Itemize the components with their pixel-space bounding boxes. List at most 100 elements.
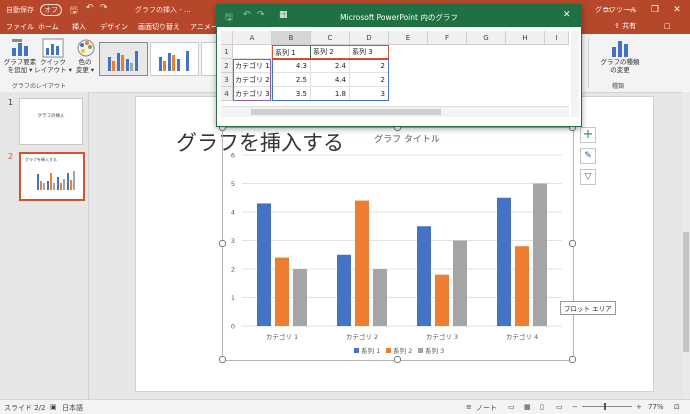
redo-icon[interactable]: ↷ [100, 3, 108, 13]
embedded-excel-window[interactable]: 🖫 ↶ ↷ ▦ Microsoft PowerPoint 内のグラフ ✕ A B… [216, 4, 582, 127]
y-tick-label: 2 [231, 266, 235, 274]
column-header[interactable]: H [506, 31, 545, 45]
column-header[interactable]: B [272, 31, 311, 45]
column-header[interactable]: C [311, 31, 350, 45]
slide-number: 1 [8, 98, 14, 107]
cell-A1[interactable] [233, 45, 272, 59]
chart-title[interactable]: グラフ タイトル [374, 133, 440, 145]
excel-close-button[interactable]: ✕ [563, 10, 571, 20]
bar-1-2[interactable] [337, 254, 351, 326]
slide-thumbnail-1[interactable]: グラフの挿入 [19, 98, 83, 145]
bar-3-2[interactable] [373, 269, 387, 326]
zoom-out-icon[interactable]: − [572, 403, 578, 411]
vertical-scrollbar[interactable] [682, 92, 690, 399]
bar-1-3[interactable] [417, 226, 431, 326]
corner-cell[interactable] [221, 31, 233, 45]
bar-2-4[interactable] [515, 246, 529, 326]
ribbon-options-icon[interactable]: ▭ [600, 3, 614, 17]
legend-label: 系列 1 [361, 346, 380, 355]
slide-thumbnail-pane: 1 グラフの挿入 2 グラフを挿入する [0, 92, 89, 399]
bar-2-2[interactable] [355, 200, 369, 326]
change-chart-type-button[interactable]: グラフの種類 の変更 [594, 58, 646, 74]
undo-icon[interactable]: ↶ [86, 3, 94, 13]
bar-1-1[interactable] [257, 203, 271, 326]
change-chart-type-icon[interactable] [609, 38, 631, 58]
reading-view-icon[interactable]: ▯ [540, 403, 544, 411]
column-header[interactable]: I [545, 31, 569, 45]
bar-2-3[interactable] [435, 274, 449, 326]
fit-slide-icon[interactable]: ⊡ [674, 403, 680, 411]
zoom-slider[interactable] [582, 406, 632, 407]
tab-home[interactable]: ホーム [38, 22, 59, 32]
slide-canvas[interactable]: グラフを挿入する グラフ タイトル 0123456 カテゴリ 1 カテゴリ 2 カテ… [135, 96, 654, 392]
column-header[interactable]: E [389, 31, 428, 45]
bar-2-1[interactable] [275, 257, 289, 326]
zoom-in-icon[interactable]: + [636, 403, 642, 411]
chart-styles-brush-icon[interactable]: ✎ [580, 148, 596, 164]
bar-3-3[interactable] [453, 240, 467, 327]
legend-swatch [418, 348, 423, 353]
column-header[interactable]: F [428, 31, 467, 45]
x-tick-label: カテゴリ 3 [426, 332, 458, 341]
autosave-label[interactable]: 自動保存 [6, 5, 34, 15]
scroll-thumb[interactable] [683, 232, 689, 352]
notes-button[interactable]: ノート [476, 403, 497, 413]
column-header[interactable]: A [233, 31, 272, 45]
chart-style-2[interactable] [150, 42, 199, 76]
autosave-toggle[interactable]: オフ [40, 4, 62, 16]
proof-icon[interactable]: ▣ [50, 403, 57, 411]
column-header[interactable]: G [467, 31, 506, 45]
scroll-thumb[interactable] [251, 109, 441, 115]
slide-thumbnail-2[interactable]: グラフを挿入する [19, 152, 85, 201]
row-header[interactable]: 2 [221, 59, 233, 73]
row-header[interactable]: 1 [221, 45, 233, 59]
comment-icon[interactable]: □ [664, 22, 671, 30]
quick-layout-button[interactable]: クイック レイアウト ▾ [34, 58, 72, 74]
bar-1-4[interactable] [497, 197, 511, 326]
column-header[interactable]: D [350, 31, 389, 45]
change-colors-button[interactable]: 色の 変更 ▾ [72, 58, 98, 74]
tab-transitions[interactable]: 画面切り替え [138, 22, 180, 32]
palette-icon[interactable] [76, 38, 96, 58]
legend-swatch [354, 348, 359, 353]
excel-title-bar[interactable]: 🖫 ↶ ↷ ▦ Microsoft PowerPoint 内のグラフ ✕ [217, 5, 581, 27]
sorter-view-icon[interactable]: ▦ [524, 403, 531, 411]
thumbnail-title: グラフの挿入 [37, 114, 65, 119]
notes-icon[interactable]: ≡ [466, 403, 472, 411]
horizontal-scrollbar[interactable] [221, 106, 569, 117]
quick-layout-icon[interactable] [42, 38, 64, 58]
tab-insert[interactable]: 挿入 [72, 22, 86, 32]
language-label[interactable]: 日本語 [62, 403, 83, 413]
thumbnail-title: グラフを挿入する [25, 157, 57, 162]
chart-svg: グラフ タイトル 0 1 2 3 4 5 6 カテゴリ 1 カテゴリ 2 カテゴリ 3 カテゴリ … [231, 133, 562, 355]
bar-3-4[interactable] [533, 183, 547, 327]
values-range-highlight [272, 59, 389, 101]
excel-window-title: Microsoft PowerPoint 内のグラフ [340, 13, 458, 22]
tab-animations[interactable]: アニメー [190, 22, 218, 32]
bar-3-1[interactable] [293, 269, 307, 326]
save-icon[interactable]: 🖫 [70, 3, 78, 19]
row-header[interactable]: 3 [221, 73, 233, 87]
zoom-level[interactable]: 77% [648, 403, 664, 411]
type-group-label: 種類 [612, 83, 625, 90]
chart-elements-plus-icon[interactable]: + [580, 127, 596, 143]
vertical-scrollbar[interactable] [571, 31, 579, 117]
y-tick-label: 1 [231, 294, 235, 302]
tab-design[interactable]: デザイン [100, 22, 128, 32]
minimize-button[interactable]: — [624, 3, 638, 17]
add-chart-element-button[interactable]: グラフ要素 を追加 ▾ [2, 58, 38, 74]
series-range-highlight [272, 45, 389, 59]
zoom-slider-thumb[interactable] [604, 403, 606, 410]
restore-button[interactable]: ❐ [648, 3, 662, 17]
chart-style-3[interactable] [201, 42, 217, 76]
slideshow-icon[interactable]: ▭ [556, 403, 563, 411]
tab-file[interactable]: ファイル [6, 22, 34, 32]
spreadsheet-grid[interactable]: A B C D E F G H I 1 系列 1 系列 2 系列 3 2 カテゴ… [221, 31, 569, 117]
row-header[interactable]: 4 [221, 87, 233, 101]
chart-style-1[interactable] [99, 42, 148, 76]
close-button[interactable]: ✕ [670, 3, 684, 17]
normal-view-icon[interactable]: ▭ [508, 403, 515, 411]
share-button[interactable]: ⇪ 共有 [614, 21, 636, 31]
chart-filter-icon[interactable]: ▽ [580, 169, 596, 185]
add-chart-element-icon[interactable] [10, 38, 32, 58]
